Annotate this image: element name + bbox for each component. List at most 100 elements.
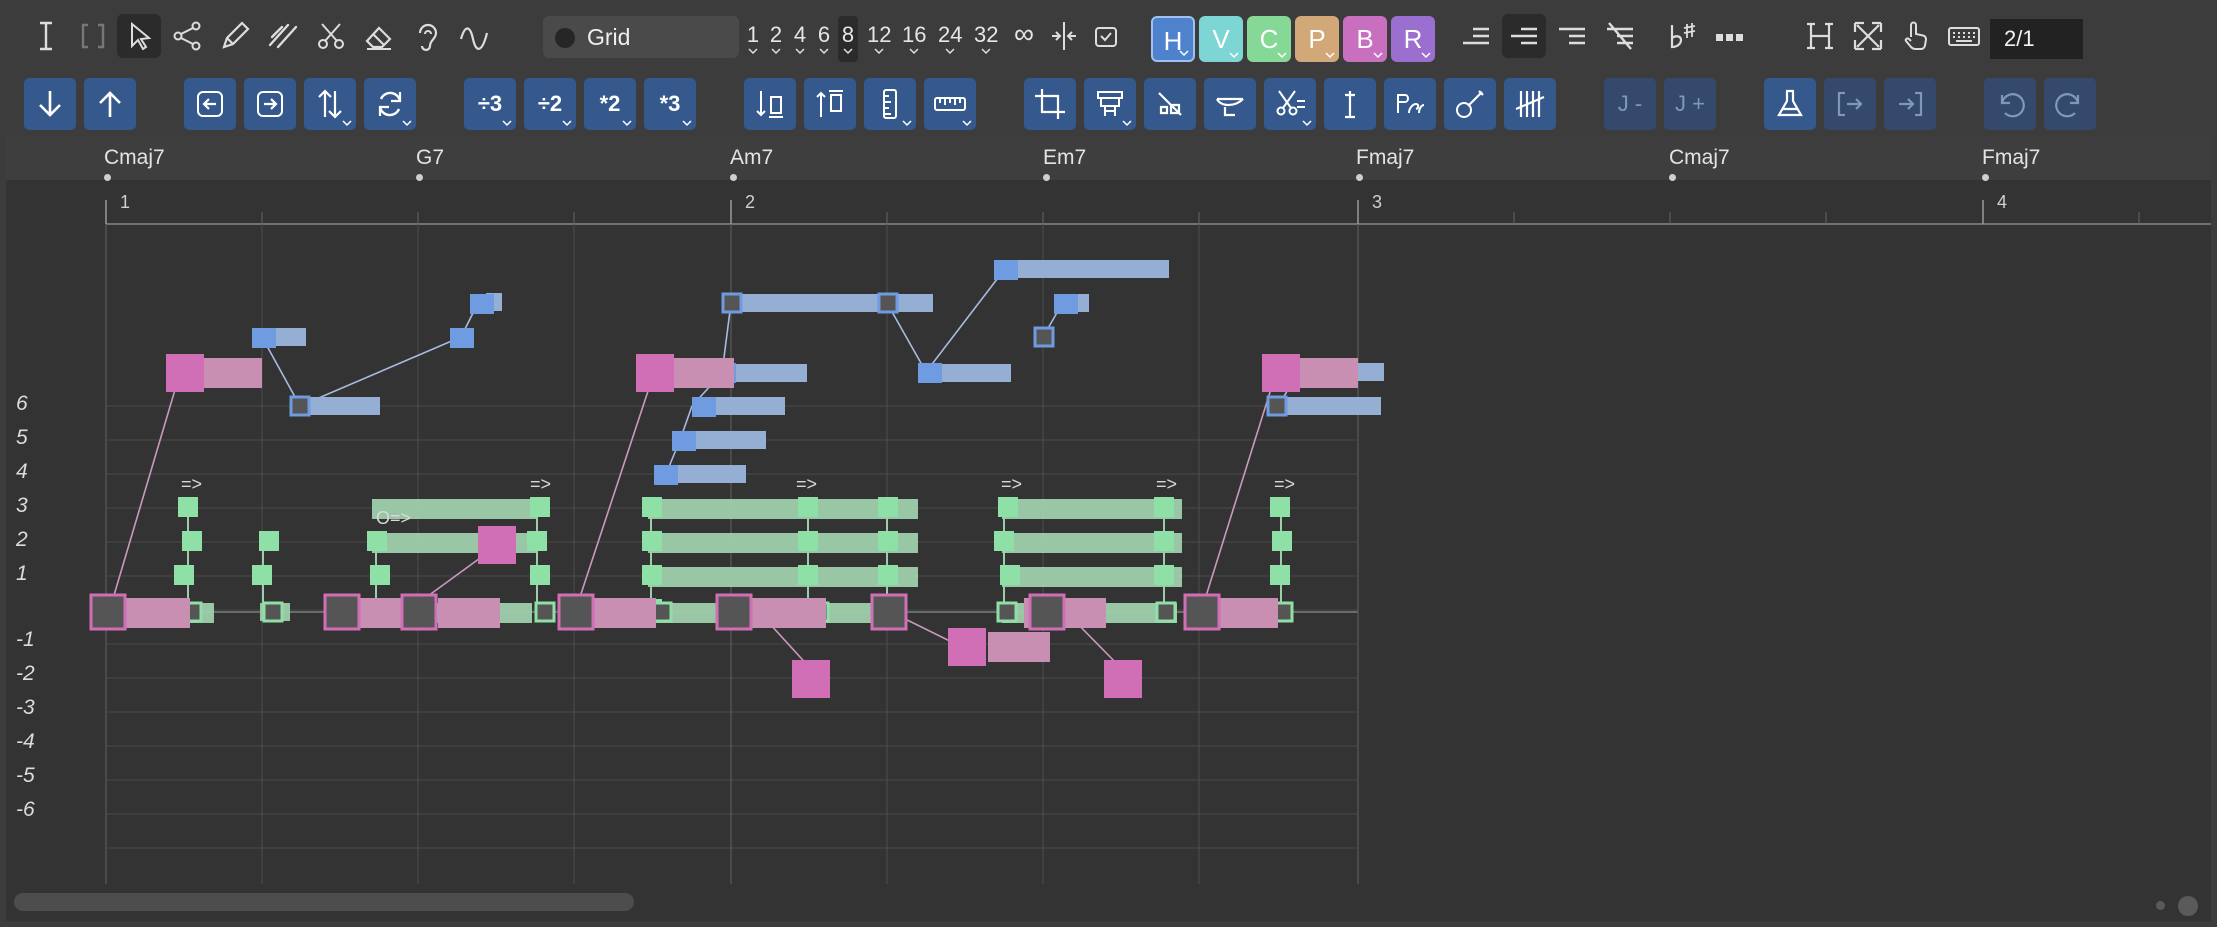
- horizontal-scrollbar[interactable]: [14, 893, 634, 911]
- hand-pointer-icon[interactable]: [1894, 14, 1938, 58]
- grid-toggle-dot[interactable]: [555, 28, 575, 48]
- scissors-icon[interactable]: [309, 14, 353, 58]
- division-6[interactable]: 6: [817, 22, 831, 54]
- multiply-2-button[interactable]: *2: [584, 78, 636, 130]
- ear-icon[interactable]: [405, 14, 449, 58]
- piano-roll-editor[interactable]: Cmaj7 G7 Am7 Em7 Fmaj7 Cmaj7 Fmaj7 => O=…: [6, 136, 2211, 921]
- arrow-up-button[interactable]: [84, 78, 136, 130]
- guitar-icon: [1456, 90, 1484, 118]
- redo-button[interactable]: [2044, 78, 2096, 130]
- split-icon[interactable]: [1044, 14, 1084, 58]
- double-stroke-icon[interactable]: [261, 14, 305, 58]
- arrow-right-box-button[interactable]: [244, 78, 296, 130]
- wave-icon[interactable]: [453, 14, 497, 58]
- voice-b-button[interactable]: B: [1343, 16, 1387, 62]
- division-8[interactable]: 8: [838, 16, 858, 62]
- guitar-button[interactable]: [1444, 78, 1496, 130]
- list-bottom-icon[interactable]: [1454, 14, 1498, 58]
- scissor-split-icon: [1276, 90, 1305, 116]
- zoom-out-dot[interactable]: [2156, 901, 2165, 910]
- pedal-button[interactable]: [1384, 78, 1436, 130]
- list-strike-icon[interactable]: [1598, 14, 1642, 58]
- arrow-up-icon: [99, 91, 121, 117]
- crop-button[interactable]: [1024, 78, 1076, 130]
- division-4[interactable]: 4: [793, 22, 807, 54]
- tie-icon: [1216, 97, 1244, 117]
- jump-plus-button[interactable]: J +: [1664, 78, 1716, 130]
- tally-button[interactable]: [1504, 78, 1556, 130]
- zoom-in-dot[interactable]: [2178, 896, 2198, 916]
- h-bracket-icon[interactable]: [1798, 14, 1842, 58]
- cut-notes-button[interactable]: [1144, 78, 1196, 130]
- position-counter[interactable]: 2/1: [1990, 19, 2083, 59]
- checkbox-dropdown-icon[interactable]: [1088, 14, 1124, 58]
- arrow-down-icon: [39, 91, 61, 117]
- scissor-split-button[interactable]: [1264, 78, 1316, 130]
- horizontal-ruler-icon: [934, 97, 966, 111]
- align-top-icon: [816, 90, 843, 117]
- annotation-arrow: =>: [530, 474, 551, 494]
- y-axis-label: 5: [16, 426, 28, 449]
- share-node-icon[interactable]: [165, 14, 209, 58]
- fermata-button[interactable]: [1324, 78, 1376, 130]
- flask-icon: [1777, 89, 1803, 117]
- y-axis-label: -5: [16, 764, 35, 787]
- refresh-button[interactable]: [364, 78, 416, 130]
- align-bottom-button[interactable]: [744, 78, 796, 130]
- text-cursor-icon[interactable]: [24, 14, 68, 58]
- list-top-icon[interactable]: [1550, 14, 1594, 58]
- stamp-button[interactable]: [1084, 78, 1136, 130]
- division-24[interactable]: 24: [938, 22, 962, 54]
- division-16[interactable]: 16: [902, 22, 926, 54]
- more-icon[interactable]: [1708, 14, 1752, 58]
- y-axis-label: 1: [16, 562, 28, 585]
- divide-3-button[interactable]: ÷3: [464, 78, 516, 130]
- voice-r-button[interactable]: R: [1391, 16, 1435, 62]
- sharp-flat-icon[interactable]: [1660, 14, 1704, 58]
- arrow-left-box-icon: [197, 91, 223, 117]
- list-middle-icon[interactable]: [1502, 14, 1546, 58]
- export-right-icon: [1899, 91, 1923, 117]
- voice-v-button[interactable]: V: [1199, 16, 1243, 62]
- grid-select[interactable]: Grid: [543, 16, 739, 58]
- export-left-icon: [1837, 91, 1863, 117]
- note-bar: [648, 499, 918, 519]
- division-1[interactable]: 1: [746, 22, 760, 54]
- redo-icon: [2055, 93, 2080, 118]
- division-infinity[interactable]: ∞: [1010, 18, 1038, 50]
- horizontal-ruler-button[interactable]: [924, 78, 976, 130]
- division-12[interactable]: 12: [867, 22, 891, 54]
- bracket-icon[interactable]: [71, 14, 115, 58]
- tie-button[interactable]: [1204, 78, 1256, 130]
- export-left-button[interactable]: [1824, 78, 1876, 130]
- voice-h-button[interactable]: H: [1151, 16, 1195, 62]
- bar-number: 3: [1372, 192, 1383, 212]
- align-bottom-icon: [756, 91, 783, 118]
- arrow-pointer-icon[interactable]: [117, 14, 161, 58]
- pencil-icon[interactable]: [213, 14, 257, 58]
- arrow-down-button[interactable]: [24, 78, 76, 130]
- swap-vertical-button[interactable]: [304, 78, 356, 130]
- arrow-left-box-button[interactable]: [184, 78, 236, 130]
- note-grid[interactable]: => O=> => => => => =>: [6, 136, 2211, 921]
- division-2[interactable]: 2: [769, 22, 783, 54]
- align-top-button[interactable]: [804, 78, 856, 130]
- division-32[interactable]: 32: [974, 22, 998, 54]
- divide-2-button[interactable]: ÷2: [524, 78, 576, 130]
- voice-c-button[interactable]: C: [1247, 16, 1291, 62]
- pedal-icon: [1397, 94, 1425, 114]
- export-right-button[interactable]: [1884, 78, 1936, 130]
- y-axis-label: 2: [16, 528, 28, 551]
- vertical-ruler-button[interactable]: [864, 78, 916, 130]
- undo-icon: [2000, 93, 2025, 118]
- voice-p-button[interactable]: P: [1295, 16, 1339, 62]
- jump-minus-button[interactable]: J -: [1604, 78, 1656, 130]
- y-axis-label: -4: [16, 730, 35, 753]
- eraser-icon[interactable]: [357, 14, 401, 58]
- expand-icon[interactable]: [1846, 14, 1890, 58]
- undo-button[interactable]: [1984, 78, 2036, 130]
- multiply-3-button[interactable]: *3: [644, 78, 696, 130]
- keyboard-icon[interactable]: [1942, 14, 1986, 58]
- flask-button[interactable]: [1764, 78, 1816, 130]
- y-axis-label: -3: [16, 696, 35, 719]
